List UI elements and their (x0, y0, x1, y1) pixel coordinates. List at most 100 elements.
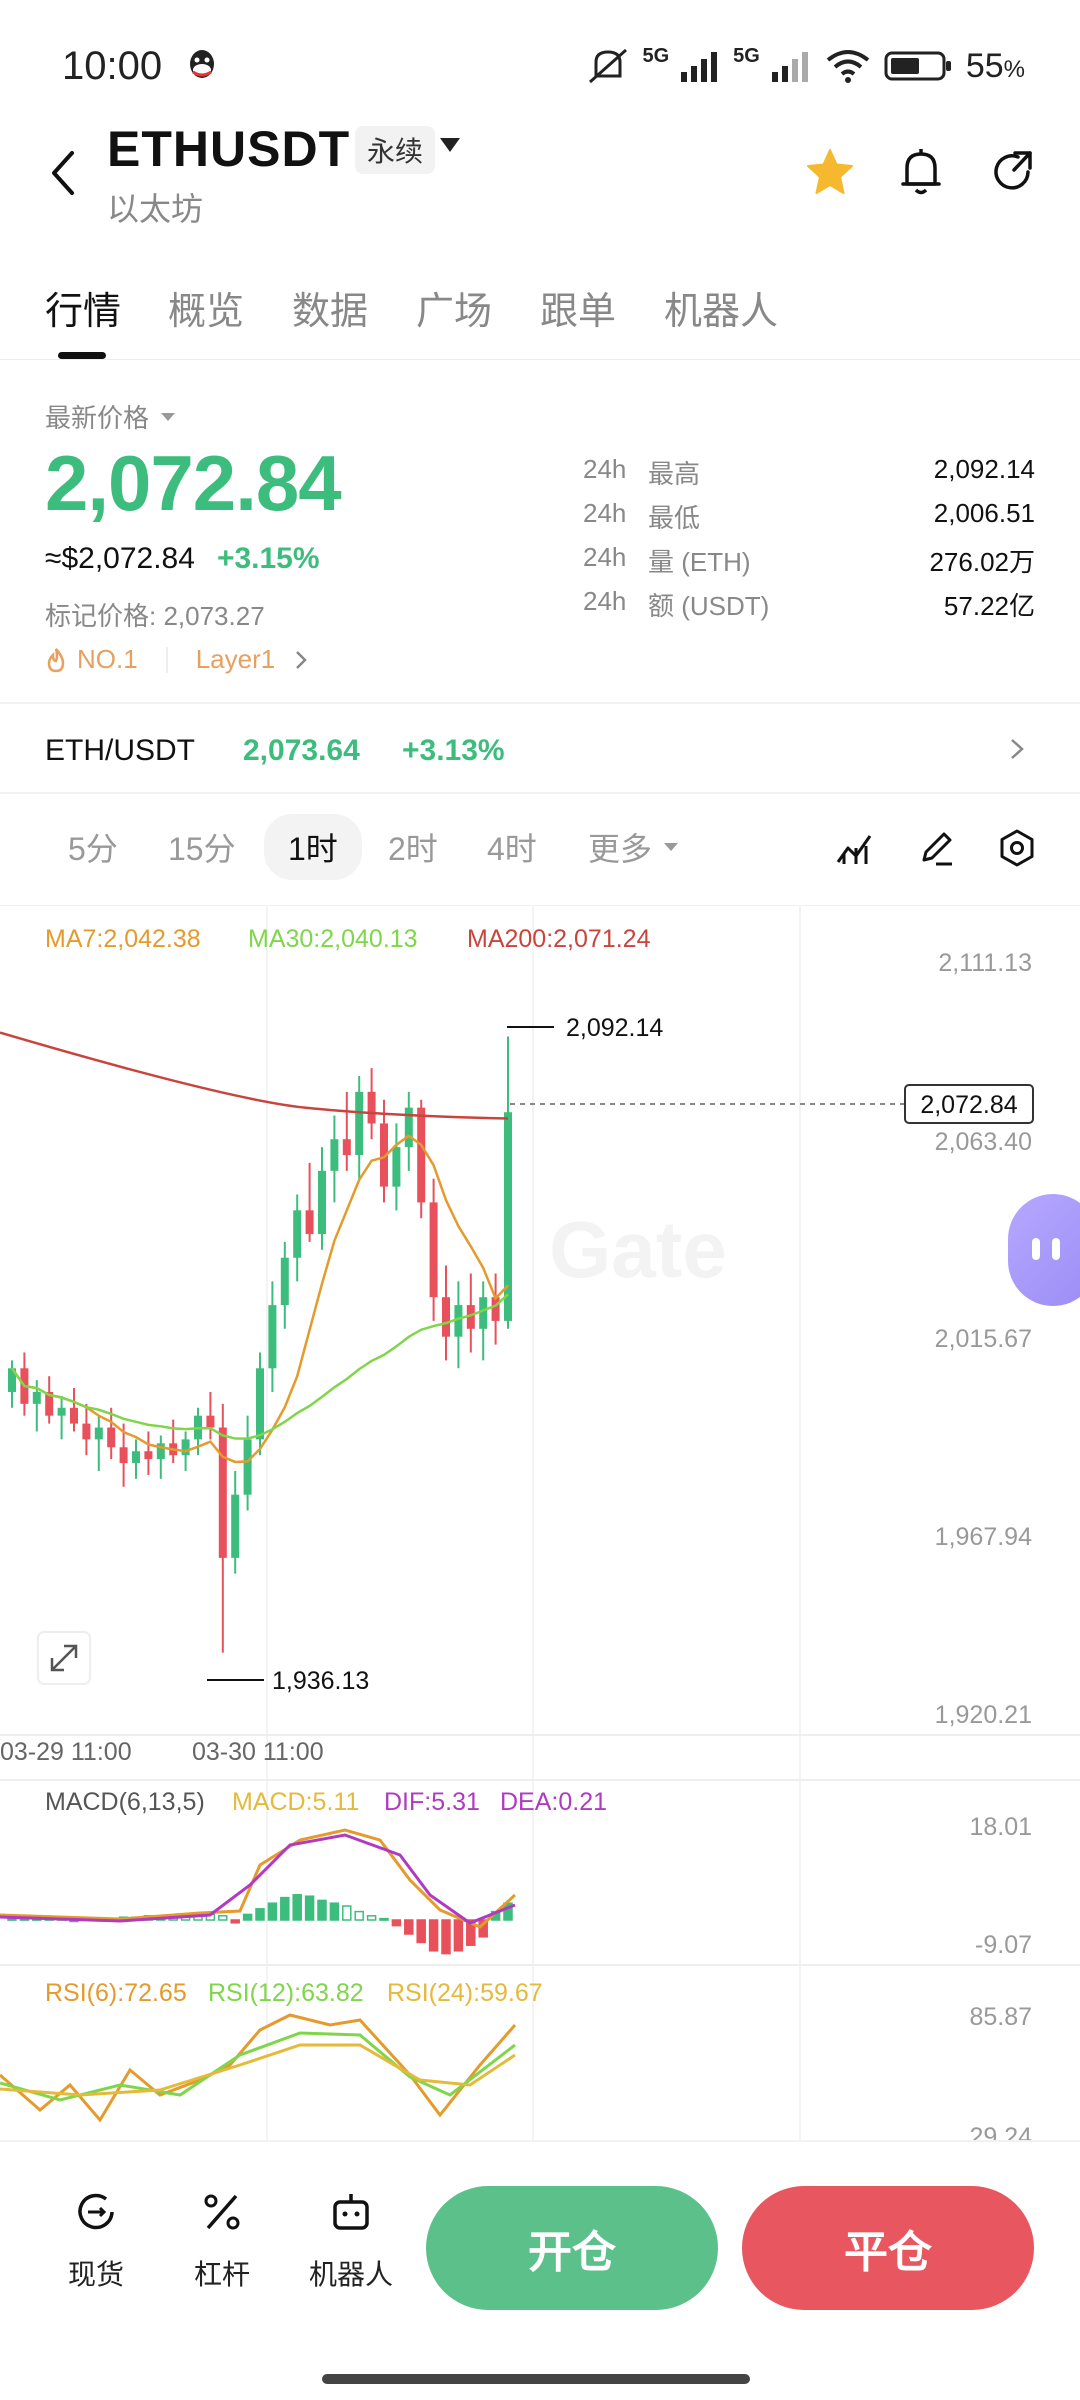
candles-group (8, 1036, 512, 1653)
macd-bar (428, 1919, 439, 1952)
candle-body (82, 1423, 91, 1440)
spot-nav-label: 现货 (67, 2259, 124, 2290)
candle-body (206, 1415, 215, 1428)
macd-bar (404, 1919, 414, 1935)
spot-nav[interactable]: 现货 (46, 2190, 146, 2293)
macd-y-tick: 18.01 (969, 1813, 1032, 1841)
mark-price: 标记价格: 2,073.27 (45, 601, 265, 631)
asset-name: 以太坊 (107, 191, 204, 227)
tab-data[interactable]: 数据 (292, 280, 368, 335)
macd-bar (441, 1919, 451, 1955)
back-button[interactable] (44, 145, 84, 201)
stat-high: 24h 最高 2,092.14 (583, 454, 1035, 489)
candle-body (479, 1297, 488, 1329)
contract-type-badge[interactable]: 永续 (355, 126, 436, 174)
chevron-right-icon (1011, 739, 1024, 759)
chevron-left-icon (52, 151, 74, 195)
tf-more[interactable]: 更多 (588, 824, 680, 870)
macd-bar (329, 1902, 340, 1921)
macd-bar (342, 1905, 352, 1921)
rsi-panel: RSI(6):72.65 RSI(12):63.82 RSI(24):59.67… (0, 1979, 1032, 2140)
y-axis-ticks: 2,111.13 2,063.40 2,015.67 1,967.94 1,92… (935, 949, 1032, 1729)
tf-1h[interactable]: 1时 (264, 814, 362, 880)
macd-bar (218, 1915, 228, 1921)
candle-body (94, 1427, 103, 1440)
candle-body (318, 1170, 326, 1235)
bot-nav[interactable]: 机器人 (298, 2190, 404, 2293)
tab-copy-trading[interactable]: 跟单 (540, 280, 616, 335)
active-tab-indicator (58, 352, 106, 359)
tf-2h[interactable]: 2时 (388, 824, 438, 870)
x-tick: 03-29 11:00 (0, 1738, 132, 1766)
close-position-button[interactable]: 平仓 (742, 2186, 1034, 2310)
tf-5m[interactable]: 5分 (68, 824, 118, 870)
macd-bar (280, 1896, 290, 1921)
dea-value: DEA:0.21 (500, 1788, 607, 1816)
watermark: Gate (549, 1205, 727, 1294)
fullscreen-button[interactable] (37, 1631, 91, 1685)
rsi24-label: RSI(24):59.67 (387, 1979, 543, 2007)
sector-tag[interactable]: Layer1 (196, 644, 276, 675)
candle-body (367, 1091, 376, 1124)
tab-market[interactable]: 行情 (45, 280, 121, 335)
indicator-icon[interactable] (834, 828, 874, 868)
flame-icon (47, 647, 65, 672)
candle-body (442, 1297, 450, 1337)
tab-square[interactable]: 广场 (416, 280, 492, 335)
macd-bar (304, 1895, 315, 1921)
latest-price-toggle[interactable]: 最新价格 (45, 398, 177, 435)
y-tick: 1,920.21 (935, 1701, 1032, 1729)
ma7-label: MA7:2,042.38 (45, 925, 201, 953)
spot-change: +3.13% (402, 734, 505, 767)
macd-bar (366, 1915, 377, 1921)
price-sub: ≈$2,072.84 +3.15% (45, 542, 320, 576)
favorite-star-icon[interactable] (804, 146, 856, 198)
candle-body (57, 1407, 66, 1416)
contract-dropdown-icon[interactable] (440, 138, 460, 152)
open-position-button[interactable]: 开仓 (426, 2186, 718, 2310)
rsi6-line (0, 2013, 517, 2123)
kline-chart[interactable]: MA7:2,042.38 MA30:2,040.13 MA200:2,071.2… (0, 905, 1080, 2140)
signal-icon-2 (771, 52, 808, 82)
assistant-bot-button[interactable] (1008, 1194, 1080, 1306)
draw-pencil-icon[interactable] (916, 828, 956, 868)
tab-bots[interactable]: 机器人 (664, 280, 778, 335)
home-indicator (322, 2374, 750, 2384)
share-icon[interactable] (988, 146, 1038, 198)
margin-nav[interactable]: 杠杆 (172, 2190, 272, 2293)
candle-body (107, 1427, 116, 1448)
candle-body (119, 1447, 128, 1464)
symbol-title[interactable]: ETHUSDT (107, 120, 350, 178)
alert-bell-icon[interactable] (897, 146, 945, 198)
candle-body (491, 1297, 500, 1321)
rsi-y-tick: 29.24 (969, 2123, 1032, 2140)
tags-row[interactable]: NO.1 Layer1 (45, 644, 309, 675)
candle-body (256, 1368, 264, 1440)
spot-price: 2,073.64 (243, 734, 360, 767)
macd-bar (230, 1919, 240, 1924)
stat-volume: 24h 量 (ETH) 276.02万 (583, 542, 1035, 577)
candle-body (243, 1439, 252, 1495)
macd-bar (391, 1919, 402, 1927)
candle-body (293, 1210, 302, 1258)
candle-body (32, 1391, 41, 1404)
spot-pair-row[interactable]: ETH/USDT 2,073.64 +3.13% (0, 712, 1080, 790)
candle-body (342, 1139, 351, 1156)
percent-icon (204, 2194, 240, 2230)
tf-15m[interactable]: 15分 (168, 824, 236, 870)
y-tick: 2,063.40 (935, 1128, 1032, 1156)
status-bar: 10:00 5G 5G 55% (0, 0, 1080, 130)
high-label: 2,092.14 (566, 1014, 663, 1042)
tf-4h[interactable]: 4时 (487, 824, 537, 870)
candle-body (181, 1439, 190, 1456)
caret-down-icon (161, 412, 176, 421)
y-tick: 1,967.94 (935, 1523, 1032, 1551)
macd-bar (255, 1908, 265, 1921)
caret-down-icon (664, 843, 679, 851)
chart-settings-icon[interactable] (997, 828, 1037, 868)
rsi6-label: RSI(6):72.65 (45, 1979, 187, 2007)
tf-more-label: 更多 (588, 831, 653, 867)
tab-overview[interactable]: 概览 (168, 280, 244, 335)
wifi-icon (826, 50, 870, 83)
macd-bar (354, 1910, 364, 1921)
